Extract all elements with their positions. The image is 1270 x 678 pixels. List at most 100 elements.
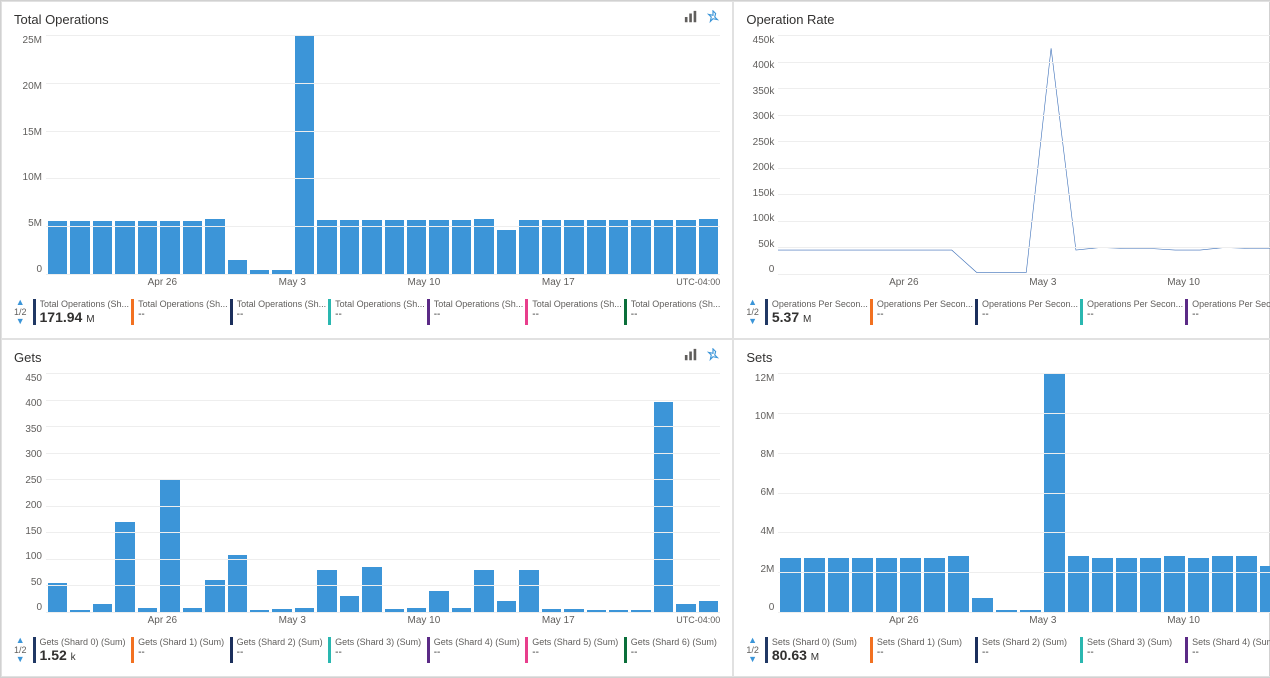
- bar[interactable]: [295, 35, 314, 274]
- bar[interactable]: [160, 221, 179, 274]
- legend-item[interactable]: Total Operations (Sh...--: [131, 299, 228, 325]
- bar[interactable]: [676, 604, 695, 612]
- legend-item[interactable]: Sets (Shard 0) (Sum)80.63 M: [765, 637, 868, 663]
- chevron-up-icon[interactable]: ▲: [748, 298, 757, 307]
- bar[interactable]: [93, 221, 112, 274]
- bar[interactable]: [699, 601, 718, 612]
- bar[interactable]: [1212, 556, 1233, 612]
- bar[interactable]: [340, 220, 359, 274]
- bar[interactable]: [780, 558, 801, 612]
- bar[interactable]: [362, 220, 381, 274]
- legend-item[interactable]: Total Operations (Sh...--: [230, 299, 327, 325]
- bar[interactable]: [340, 596, 359, 612]
- bar[interactable]: [429, 220, 448, 274]
- bar[interactable]: [519, 220, 538, 274]
- bar[interactable]: [452, 220, 471, 274]
- bar[interactable]: [1188, 558, 1209, 612]
- bar[interactable]: [48, 583, 67, 612]
- legend-item[interactable]: Operations Per Secon...--: [870, 299, 973, 325]
- legend-item[interactable]: Total Operations (Sh...171.94 M: [33, 299, 130, 325]
- legend-item[interactable]: Total Operations (Sh...--: [328, 299, 425, 325]
- legend-pager[interactable]: ▲ 1/2 ▼: [14, 636, 27, 664]
- bar[interactable]: [1140, 558, 1161, 612]
- bar[interactable]: [70, 221, 89, 274]
- bar[interactable]: [948, 556, 969, 612]
- legend-item[interactable]: Gets (Shard 5) (Sum)--: [525, 637, 622, 663]
- bar[interactable]: [631, 220, 650, 274]
- bar[interactable]: [228, 555, 247, 612]
- bar[interactable]: [654, 220, 673, 274]
- bar[interactable]: [609, 220, 628, 274]
- bar[interactable]: [1236, 556, 1257, 612]
- bar[interactable]: [228, 260, 247, 274]
- bar[interactable]: [804, 558, 825, 612]
- plot-area[interactable]: [46, 35, 720, 275]
- bar[interactable]: [115, 221, 134, 274]
- plot-area[interactable]: [46, 373, 720, 613]
- bar[interactable]: [138, 221, 157, 274]
- bar[interactable]: [385, 220, 404, 274]
- chevron-up-icon[interactable]: ▲: [16, 636, 25, 645]
- bar[interactable]: [1164, 556, 1185, 612]
- legend-pager[interactable]: ▲ 1/2 ▼: [14, 298, 27, 326]
- bar[interactable]: [900, 558, 921, 612]
- legend-item[interactable]: Sets (Shard 3) (Sum)--: [1080, 637, 1183, 663]
- legend-item[interactable]: Sets (Shard 2) (Sum)--: [975, 637, 1078, 663]
- chevron-down-icon[interactable]: ▼: [748, 655, 757, 664]
- bar[interactable]: [828, 558, 849, 612]
- pin-icon[interactable]: [706, 348, 720, 367]
- legend-item[interactable]: Gets (Shard 0) (Sum)1.52 k: [33, 637, 130, 663]
- bar[interactable]: [474, 570, 493, 612]
- legend-item[interactable]: Gets (Shard 3) (Sum)--: [328, 637, 425, 663]
- bar[interactable]: [654, 402, 673, 612]
- bar[interactable]: [1116, 558, 1137, 612]
- legend-item[interactable]: Gets (Shard 2) (Sum)--: [230, 637, 327, 663]
- legend-pager[interactable]: ▲ 1/2 ▼: [746, 298, 759, 326]
- legend-item[interactable]: Gets (Shard 6) (Sum)--: [624, 637, 721, 663]
- chevron-down-icon[interactable]: ▼: [16, 655, 25, 664]
- chevron-down-icon[interactable]: ▼: [748, 317, 757, 326]
- bar[interactable]: [115, 522, 134, 612]
- pin-icon[interactable]: [706, 10, 720, 29]
- legend-item[interactable]: Operations Per Secon...--: [1185, 299, 1270, 325]
- bar[interactable]: [317, 570, 336, 612]
- legend-item[interactable]: Gets (Shard 1) (Sum)--: [131, 637, 228, 663]
- bar[interactable]: [160, 479, 179, 612]
- bar[interactable]: [519, 570, 538, 612]
- legend-item[interactable]: Sets (Shard 4) (Sum)--: [1185, 637, 1270, 663]
- bar[interactable]: [317, 220, 336, 274]
- bar[interactable]: [1068, 556, 1089, 612]
- chevron-up-icon[interactable]: ▲: [16, 298, 25, 307]
- legend-item[interactable]: Total Operations (Sh...--: [525, 299, 622, 325]
- bar[interactable]: [497, 601, 516, 612]
- legend-item[interactable]: Operations Per Secon...--: [1080, 299, 1183, 325]
- chart-type-icon[interactable]: [684, 348, 698, 367]
- legend-item[interactable]: Operations Per Secon...--: [975, 299, 1078, 325]
- bar[interactable]: [587, 220, 606, 274]
- legend-pager[interactable]: ▲ 1/2 ▼: [746, 636, 759, 664]
- legend-item[interactable]: Total Operations (Sh...--: [427, 299, 524, 325]
- bar[interactable]: [497, 230, 516, 274]
- bar[interactable]: [564, 220, 583, 274]
- legend-item[interactable]: Operations Per Secon...5.37 M: [765, 299, 868, 325]
- bar[interactable]: [876, 558, 897, 612]
- bar[interactable]: [972, 598, 993, 612]
- bar[interactable]: [48, 221, 67, 274]
- legend-item[interactable]: Gets (Shard 4) (Sum)--: [427, 637, 524, 663]
- plot-area[interactable]: [778, 35, 1270, 275]
- bar[interactable]: [1092, 558, 1113, 612]
- bar[interactable]: [429, 591, 448, 612]
- legend-item[interactable]: Sets (Shard 1) (Sum)--: [870, 637, 973, 663]
- bar[interactable]: [852, 558, 873, 612]
- bar[interactable]: [924, 558, 945, 612]
- bar[interactable]: [362, 567, 381, 612]
- bar[interactable]: [676, 220, 695, 274]
- plot-area[interactable]: [778, 373, 1270, 613]
- bar[interactable]: [407, 220, 426, 274]
- legend-item[interactable]: Total Operations (Sh...--: [624, 299, 721, 325]
- chart-type-icon[interactable]: [684, 10, 698, 29]
- bar[interactable]: [542, 220, 561, 274]
- bar[interactable]: [93, 604, 112, 612]
- chevron-down-icon[interactable]: ▼: [16, 317, 25, 326]
- chevron-up-icon[interactable]: ▲: [748, 636, 757, 645]
